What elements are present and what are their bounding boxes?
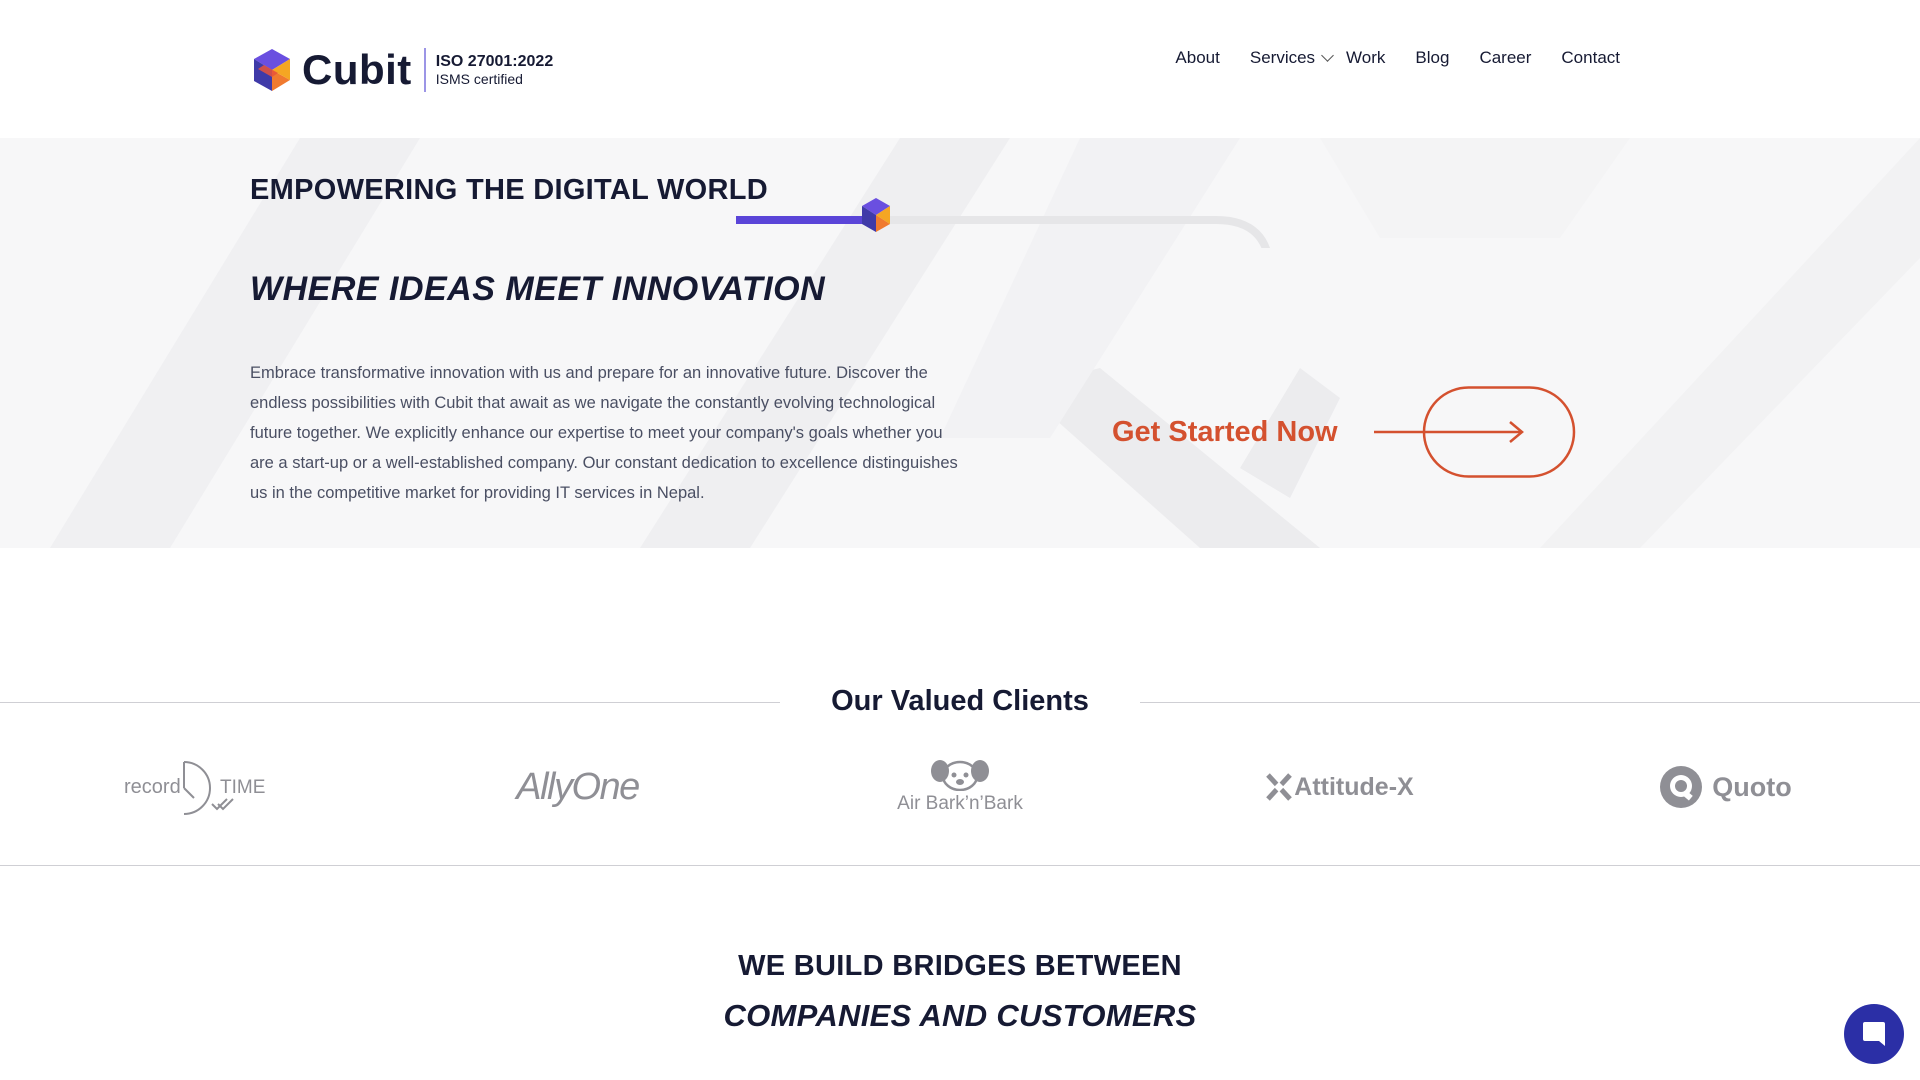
brand-logo-link[interactable]: Cubit ISO 27001:2022 ISMS certified [252,46,553,94]
hero-decorative-line [736,198,1270,248]
clients-bottom-divider [0,865,1920,866]
dog-icon [931,760,989,791]
quoto-logo-text: Quoto [1712,771,1792,802]
get-started-label: Get Started Now [1112,415,1338,448]
iso-subtitle: ISMS certified [435,71,523,88]
client-logo-allyone: AllyOne [505,752,650,822]
clients-title: Our Valued Clients [831,685,1089,717]
get-started-button[interactable]: Get Started Now [1112,386,1577,478]
recordtime-text-b: TIME [220,777,265,798]
client-logo-recordtime: record TIME [120,752,270,822]
cubit-logo-icon [254,49,290,91]
client-logo-quoto: Quoto [1655,752,1795,822]
attitudex-mark-icon [1266,773,1293,801]
hero-title: WHERE IDEAS MEET INNOVATION [250,270,826,308]
bridges-heading-line1: WE BUILD BRIDGES BETWEEN [738,950,1182,982]
clients-logos: record TIME AllyOne Air Bark’n’Bark Atti… [0,752,1920,862]
nav-work[interactable]: Work [1346,48,1385,68]
recordtime-text-a: record [124,776,181,798]
client-logo-attitudex: Attitude-X [1265,752,1415,822]
main-nav: About Services Work Blog Career Contact [1145,48,1620,68]
quoto-mark-icon [1660,766,1703,808]
nav-services[interactable]: Services [1249,48,1334,68]
chat-launcher-button[interactable] [1844,1004,1904,1064]
hero-eyebrow: EMPOWERING THE DIGITAL WORLD [250,174,769,206]
nav-contact[interactable]: Contact [1561,48,1620,68]
hero-description: Embrace transformative innovation with u… [250,364,958,502]
nav-career[interactable]: Career [1479,48,1531,68]
client-logo-airbarknbark: Air Bark’n’Bark [880,752,1040,822]
chevron-down-icon [1321,49,1334,62]
brand-name: Cubit [302,46,412,93]
airbarknbark-logo-text: Air Bark’n’Bark [897,793,1023,814]
attitudex-logo-text: Attitude-X [1294,772,1414,801]
arrow-right-icon [1373,386,1575,478]
site-header: Cubit ISO 27001:2022 ISMS certified Abou… [0,0,1920,138]
hero-section: EMPOWERING THE DIGITAL WORLD WHERE IDEAS… [0,138,1920,548]
clients-header: Our Valued Clients [0,686,1920,716]
allyone-logo-text: AllyOne [516,765,640,808]
chat-bubble-icon [1863,1022,1885,1046]
iso-title: ISO 27001:2022 [435,52,554,70]
nav-services-label: Services [1249,48,1316,67]
iso-badge: ISO 27001:2022 ISMS certified [436,53,553,87]
logo-divider [423,48,426,92]
nav-about[interactable]: About [1175,48,1219,68]
bridges-heading-line2: COMPANIES AND CUSTOMERS [723,998,1197,1033]
recordtime-logo: record TIME [124,761,265,815]
nav-blog[interactable]: Blog [1415,48,1449,68]
